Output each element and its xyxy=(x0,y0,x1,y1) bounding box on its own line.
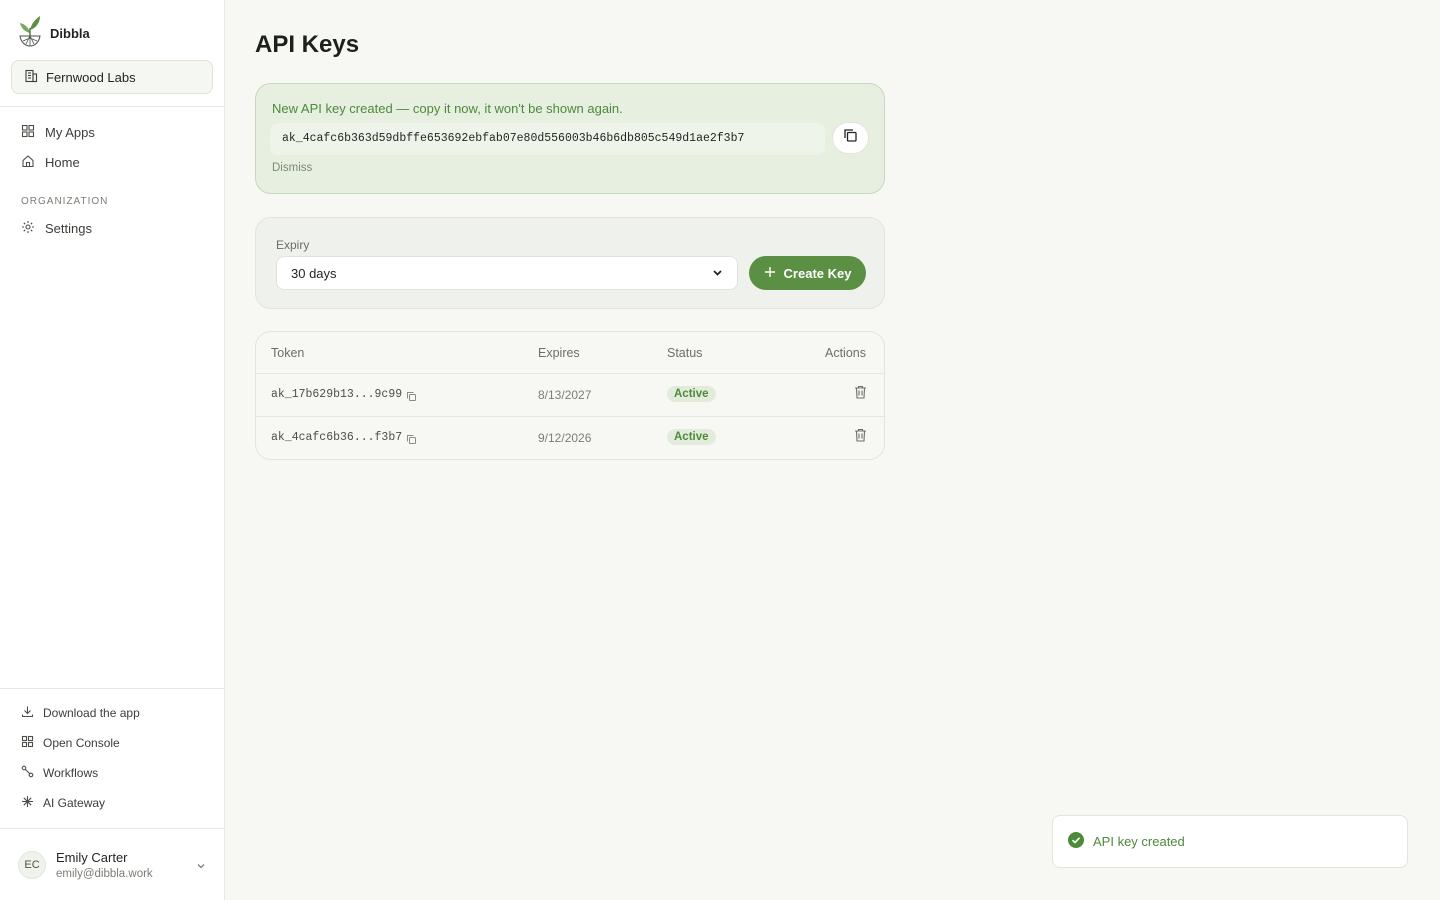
building-icon xyxy=(24,69,38,86)
user-menu[interactable]: EC Emily Carter emily@dibbla.work xyxy=(18,846,210,884)
dismiss-button[interactable]: Dismiss xyxy=(272,162,312,174)
sparkle-icon xyxy=(21,795,34,811)
user-name: Emily Carter xyxy=(56,850,128,865)
sidebar-divider xyxy=(0,106,224,107)
expiry-select[interactable]: 30 days xyxy=(276,256,738,290)
footer-link-ai-gateway[interactable]: AI Gateway xyxy=(11,790,213,816)
footer-link-label: Workflows xyxy=(43,766,99,780)
sidebar-item-settings[interactable]: Settings xyxy=(11,214,213,242)
expiry-value: 30 days xyxy=(291,265,337,281)
chevron-down-icon xyxy=(196,858,206,876)
copy-icon xyxy=(843,128,858,148)
trash-icon[interactable] xyxy=(854,428,867,447)
footer-link-label: AI Gateway xyxy=(43,796,106,810)
sidebar-item-home[interactable]: Home xyxy=(11,148,213,176)
home-icon xyxy=(21,154,35,171)
grid-icon xyxy=(21,124,35,141)
gear-icon xyxy=(21,220,35,237)
expires-cell: 9/12/2026 xyxy=(538,431,592,445)
sidebar-item-label: Home xyxy=(45,154,80,170)
org-name: Fernwood Labs xyxy=(46,69,136,85)
user-email: emily@dibbla.work xyxy=(56,868,153,880)
download-icon xyxy=(21,705,34,721)
sidebar-item-my-apps[interactable]: My Apps xyxy=(11,118,213,146)
column-header-token: Token xyxy=(271,346,305,360)
brand[interactable]: Dibbla xyxy=(18,14,90,53)
sidebar-footer-divider xyxy=(0,688,224,689)
chevron-down-icon xyxy=(712,266,723,281)
sidebar-item-label: My Apps xyxy=(45,124,95,140)
status-badge: Active xyxy=(667,429,716,445)
check-circle-icon xyxy=(1068,832,1084,851)
sidebar-user-divider xyxy=(0,828,224,829)
column-header-expires: Expires xyxy=(538,346,580,360)
copy-token-icon[interactable] xyxy=(406,432,417,450)
token-cell: ak_17b629b13...9c99 xyxy=(271,388,403,401)
user-info: Emily Carter emily@dibbla.work xyxy=(56,850,153,880)
page-title: API Keys xyxy=(255,31,360,58)
trash-icon[interactable] xyxy=(854,385,867,404)
footer-link-label: Download the app xyxy=(43,706,140,720)
footer-link-console[interactable]: Open Console xyxy=(11,730,213,756)
expiry-label: Expiry xyxy=(276,238,310,252)
expires-cell: 8/13/2027 xyxy=(538,388,592,402)
notice-message: New API key created — copy it now, it wo… xyxy=(272,101,623,116)
footer-link-workflows[interactable]: Workflows xyxy=(11,760,213,786)
section-label-organization: ORGANIZATION xyxy=(21,196,109,207)
main-content: API Keys New API key created — copy it n… xyxy=(225,0,1440,900)
sidebar-item-label: Settings xyxy=(45,220,92,236)
new-key-notice: New API key created — copy it now, it wo… xyxy=(255,83,885,194)
app-name: Dibbla xyxy=(50,26,90,41)
workflow-icon xyxy=(21,765,34,781)
status-badge: Active xyxy=(667,386,716,402)
copy-token-icon[interactable] xyxy=(406,389,417,407)
api-keys-table: Token Expires Status Actions ak_17b629b1… xyxy=(255,331,885,460)
avatar: EC xyxy=(18,851,46,879)
create-key-button[interactable]: Create Key xyxy=(749,256,866,290)
token-cell: ak_4cafc6b36...f3b7 xyxy=(271,431,403,444)
column-header-actions: Actions xyxy=(825,346,866,360)
org-switcher[interactable]: Fernwood Labs xyxy=(11,60,213,94)
sidebar: Dibbla Fernwood Labs My Apps Home ORGANI… xyxy=(0,0,225,900)
toast-notification: API key created xyxy=(1052,815,1408,868)
toast-message: API key created xyxy=(1093,834,1185,849)
plus-icon xyxy=(764,266,776,281)
create-key-card: Expiry 30 days Create Key xyxy=(255,217,885,309)
new-key-value[interactable]: ak_4cafc6b363d59dbffe653692ebfab07e80d55… xyxy=(270,123,825,155)
grid-icon xyxy=(21,735,34,751)
footer-link-label: Open Console xyxy=(43,736,120,750)
table-row: ak_17b629b13...9c99 8/13/2027 Active xyxy=(256,373,884,416)
column-header-status: Status xyxy=(667,346,703,360)
copy-key-button[interactable] xyxy=(832,122,869,154)
create-key-label: Create Key xyxy=(783,265,852,281)
table-row: ak_4cafc6b36...f3b7 9/12/2026 Active xyxy=(256,416,884,459)
sprout-logo-icon xyxy=(18,14,42,53)
footer-link-download[interactable]: Download the app xyxy=(11,700,213,726)
